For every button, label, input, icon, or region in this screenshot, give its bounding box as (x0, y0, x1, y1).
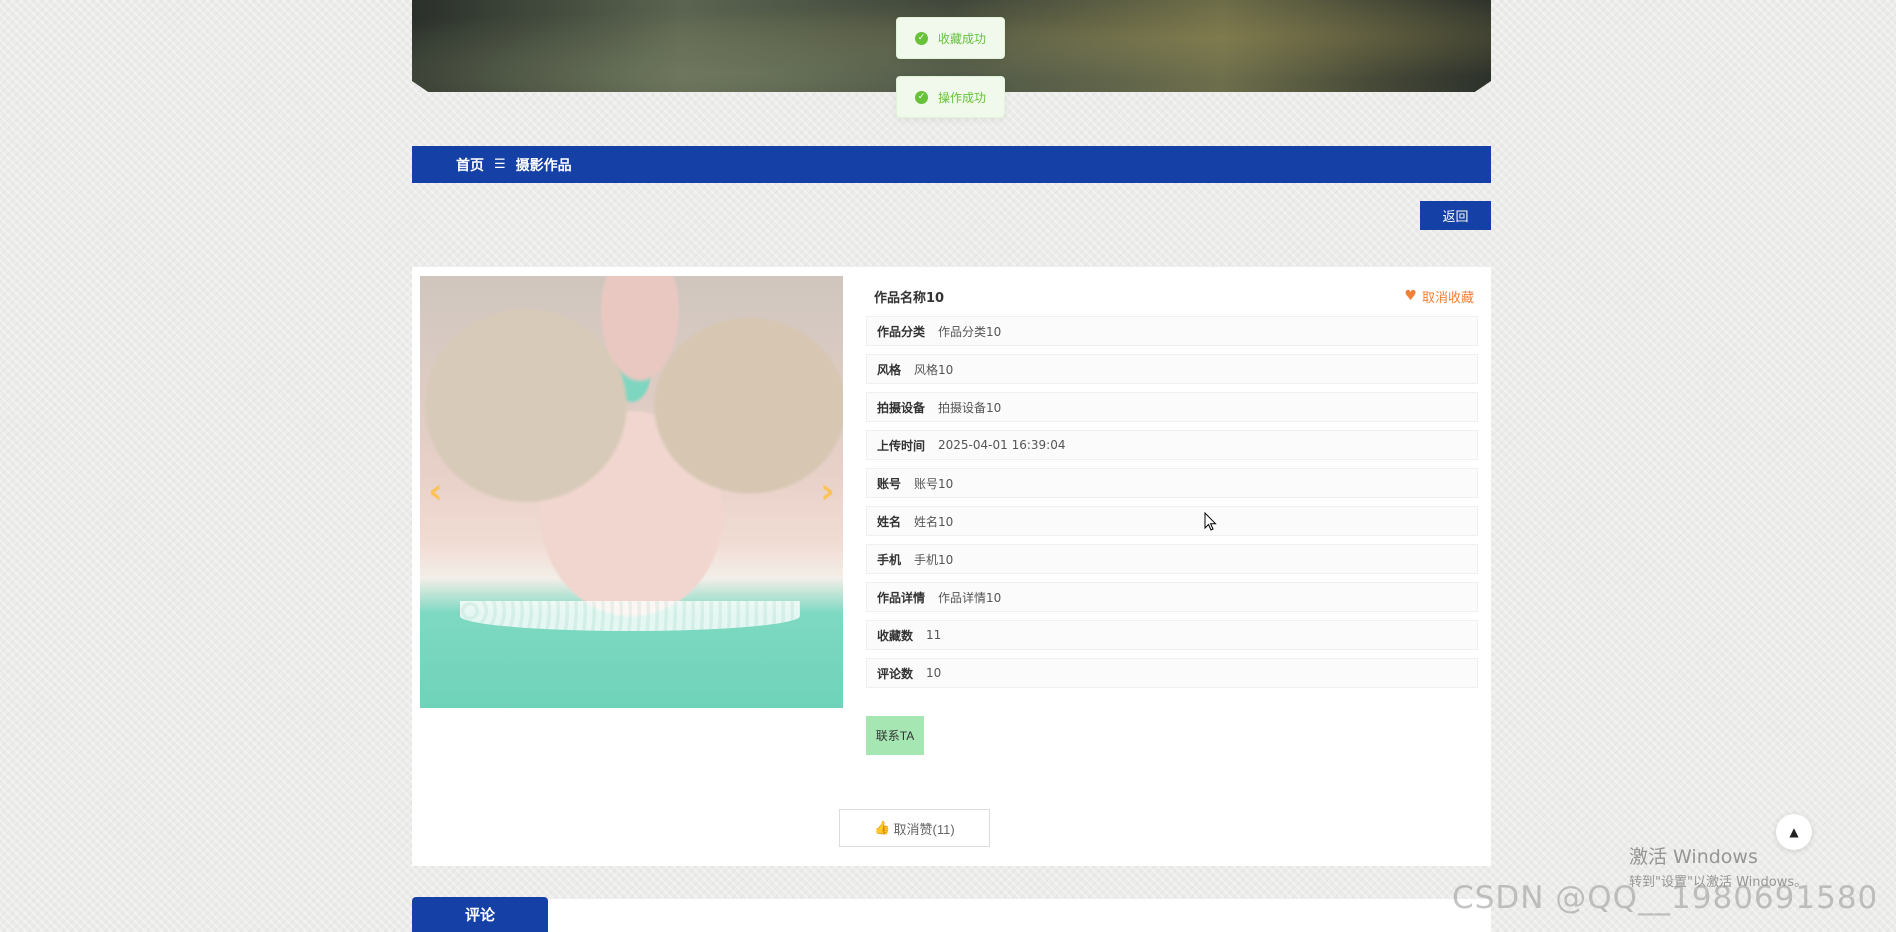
back-button[interactable]: 返回 (1420, 201, 1491, 230)
info-label: 账号 (877, 476, 902, 491)
unlike-button[interactable]: 👍 取消赞(11) (839, 809, 990, 847)
mouse-cursor-icon (1204, 512, 1217, 531)
info-row-phone: 手机 手机10 (866, 544, 1478, 574)
info-label: 作品详情 (877, 590, 926, 605)
info-value: 风格10 (914, 362, 954, 377)
info-value: 手机10 (914, 552, 954, 567)
chevron-right-icon[interactable]: › (820, 471, 835, 512)
heart-icon: ♥ (1404, 288, 1417, 304)
check-circle-icon: ✓ (915, 90, 928, 104)
info-label: 风格 (877, 362, 902, 377)
info-row-account: 账号 账号10 (866, 468, 1478, 498)
breadcrumb: 首页 ☰ 摄影作品 (412, 146, 1491, 183)
info-row-upload-time: 上传时间 2025-04-01 16:39:04 (866, 430, 1478, 460)
info-value: 作品分类10 (938, 324, 1002, 339)
photo-decoration (460, 601, 800, 631)
work-detail-panel: ‹ › 作品名称10 ♥ 取消收藏 作品分类 作品分类10 风格 风格10 拍摄设备… (412, 267, 1491, 866)
unlike-label: 取消赞(11) (893, 821, 955, 837)
toast-text: 收藏成功 (938, 31, 987, 46)
tab-comments[interactable]: 评论 (412, 897, 548, 932)
info-row-comments: 评论数 10 (866, 658, 1478, 688)
breadcrumb-current: 摄影作品 (515, 157, 572, 174)
caret-up-icon: ▲ (1789, 825, 1799, 839)
check-circle-icon: ✓ (915, 31, 928, 45)
info-value: 10 (926, 666, 942, 680)
thumbs-up-icon: 👍 (874, 820, 891, 835)
info-label: 拍摄设备 (877, 400, 926, 415)
work-title: 作品名称10 (874, 290, 945, 306)
info-label: 上传时间 (877, 438, 926, 453)
info-row-category: 作品分类 作品分类10 (866, 316, 1478, 346)
contact-button[interactable]: 联系TA (866, 716, 924, 755)
info-label: 姓名 (877, 514, 902, 529)
activation-title: 激活 Windows (1629, 846, 1758, 868)
toast-text: 操作成功 (938, 90, 987, 105)
info-row-style: 风格 风格10 (866, 354, 1478, 384)
work-photo-carousel: ‹ › (420, 276, 843, 708)
toast-favorite-success: ✓ 收藏成功 (896, 17, 1005, 59)
info-label: 作品分类 (877, 324, 926, 339)
chevron-left-icon[interactable]: ‹ (428, 471, 443, 512)
work-title-row: 作品名称10 ♥ 取消收藏 (874, 284, 1474, 308)
info-value: 11 (926, 628, 942, 642)
info-row-favorites: 收藏数 11 (866, 620, 1478, 650)
info-row-device: 拍摄设备 拍摄设备10 (866, 392, 1478, 422)
csdn-watermark: CSDN @QQ__1980691580 (1452, 880, 1879, 916)
info-row-details: 作品详情 作品详情10 (866, 582, 1478, 612)
info-value: 账号10 (914, 476, 954, 491)
info-row-name: 姓名 姓名10 (866, 506, 1478, 536)
info-value: 作品详情10 (938, 590, 1002, 605)
breadcrumb-separator: ☰ (494, 157, 506, 172)
breadcrumb-home-link[interactable]: 首页 (456, 155, 484, 175)
info-value: 姓名10 (914, 514, 954, 529)
info-label: 收藏数 (877, 628, 914, 643)
unfavorite-button[interactable]: ♥ 取消收藏 (1404, 287, 1474, 306)
info-label: 评论数 (877, 666, 914, 681)
comment-section (412, 899, 1491, 932)
info-value: 拍摄设备10 (938, 400, 1002, 415)
work-info-list: 作品分类 作品分类10 风格 风格10 拍摄设备 拍摄设备10 上传时间 2025-04… (866, 316, 1478, 696)
info-label: 手机 (877, 552, 902, 567)
toast-operation-success: ✓ 操作成功 (896, 76, 1005, 118)
unfavorite-label: 取消收藏 (1421, 290, 1474, 306)
info-value: 2025-04-01 16:39:04 (938, 438, 1066, 452)
